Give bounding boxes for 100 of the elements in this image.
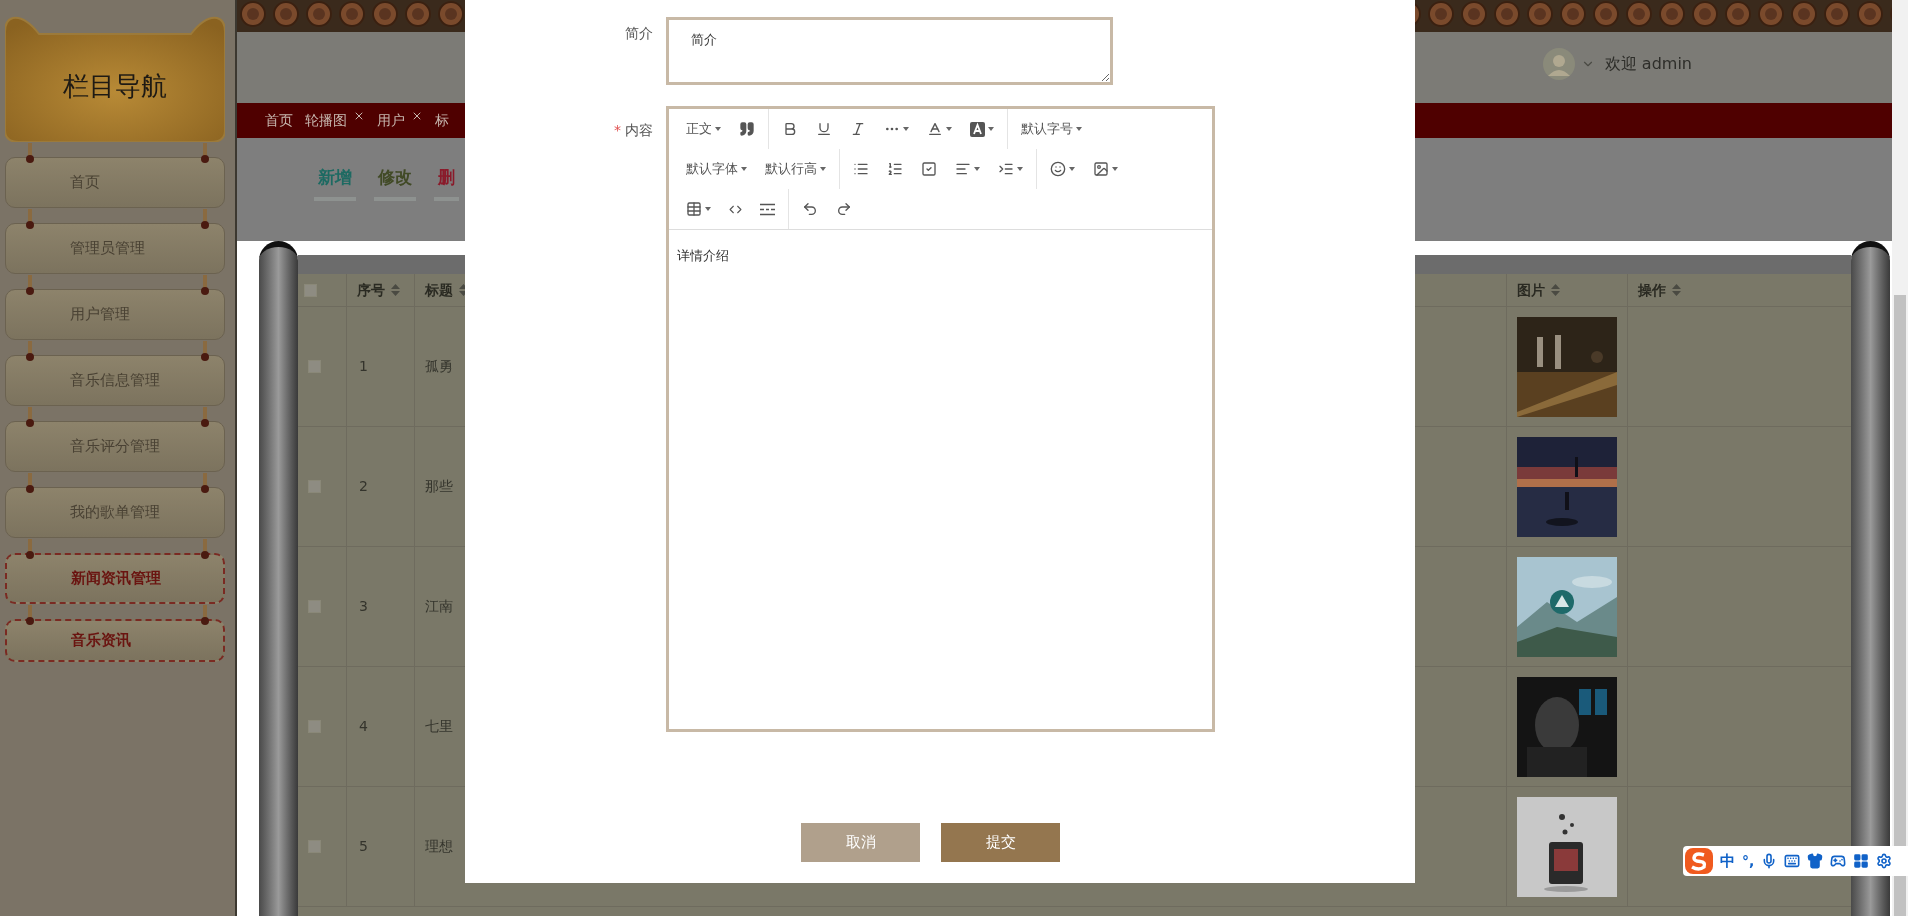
- ime-logo-icon[interactable]: [1685, 848, 1713, 874]
- caret-icon: [988, 127, 994, 131]
- rope-drawing: [25, 605, 35, 627]
- rope-drawing: [200, 605, 210, 627]
- tab[interactable]: 轮播图: [305, 110, 347, 131]
- emoji-icon: [1050, 161, 1066, 177]
- caret-icon: [1017, 167, 1023, 171]
- tab[interactable]: 首页: [265, 110, 293, 131]
- caret-icon: [903, 127, 909, 131]
- rope-drawing: [200, 473, 210, 495]
- nav-item[interactable]: 新闻资讯管理: [5, 553, 225, 604]
- rope-drawing: [200, 275, 210, 297]
- caret-icon: [715, 127, 721, 131]
- table-cell-text: 4: [359, 717, 368, 736]
- settings-icon[interactable]: [1876, 853, 1893, 869]
- font-family-dropdown[interactable]: 默认字体: [677, 149, 756, 189]
- checkbox[interactable]: [308, 480, 321, 493]
- rope-drawing: [25, 275, 35, 297]
- background-color-icon: [970, 121, 985, 137]
- table-cell-text: 七里: [425, 717, 453, 736]
- rope-drawing: [25, 341, 35, 363]
- caret-icon: [741, 167, 747, 171]
- caret-icon: [820, 167, 826, 171]
- table-cell-text: 理想: [425, 837, 453, 856]
- table-cell-text: 2: [359, 477, 368, 496]
- nav-item[interactable]: 音乐资讯: [5, 619, 225, 662]
- scrollbar-thumb[interactable]: [1894, 295, 1906, 916]
- nav-item[interactable]: 首页: [5, 157, 225, 208]
- table-cell-text: 3: [359, 597, 368, 616]
- input-mode[interactable]: 中: [1720, 849, 1735, 873]
- field-label: 内容: [625, 121, 653, 140]
- bold-icon: [782, 121, 798, 137]
- checkbox[interactable]: [308, 840, 321, 853]
- rope-drawing: [200, 143, 210, 165]
- rope-drawing: [200, 341, 210, 363]
- underline-icon: [816, 121, 832, 137]
- rope-drawing: [25, 209, 35, 231]
- checklist-icon: [921, 161, 937, 177]
- numbered-list-icon: [887, 161, 903, 177]
- tab[interactable]: 用户: [377, 110, 405, 131]
- nav-item[interactable]: 音乐信息管理: [5, 355, 225, 406]
- grid-icon[interactable]: [1853, 853, 1870, 869]
- nav-title: 栏目导航: [63, 69, 167, 103]
- rope-drawing: [200, 539, 210, 561]
- divider-icon: [760, 202, 775, 216]
- action-button[interactable]: 修改: [374, 165, 416, 201]
- table-cell-text: 江南: [425, 597, 453, 616]
- column-header: 标题: [425, 280, 453, 300]
- caret-icon: [1076, 127, 1082, 131]
- table-cell-text: 孤勇: [425, 357, 453, 376]
- font-size-dropdown[interactable]: 默认字号: [1012, 109, 1091, 149]
- submit-button[interactable]: 提交: [941, 823, 1060, 862]
- quote-icon: [739, 121, 755, 137]
- column-header: 图片: [1517, 280, 1545, 300]
- align-icon: [955, 161, 971, 177]
- image-icon: [1093, 161, 1109, 177]
- caret-icon: [1112, 167, 1118, 171]
- table-cell-text: 5: [359, 837, 368, 856]
- tab[interactable]: 标: [435, 110, 449, 131]
- rope-drawing: [25, 407, 35, 429]
- rope-drawing: [25, 539, 35, 561]
- caret-icon: [974, 167, 980, 171]
- redo-icon: [836, 201, 852, 217]
- nav-item[interactable]: 我的歌单管理: [5, 487, 225, 538]
- heading-dropdown[interactable]: 正文: [677, 109, 730, 149]
- rope-drawing: [25, 473, 35, 495]
- checkbox[interactable]: [308, 720, 321, 733]
- action-button[interactable]: 删: [434, 165, 459, 201]
- caret-icon: [946, 127, 952, 131]
- checkbox[interactable]: [308, 360, 321, 373]
- keyboard-icon[interactable]: [1784, 853, 1801, 869]
- welcome-text: 欢迎 admin: [1604, 53, 1692, 75]
- nav-item[interactable]: 用户管理: [5, 289, 225, 340]
- summary-field[interactable]: 简介: [666, 17, 1113, 85]
- field-label: 简介: [625, 24, 653, 43]
- bullet-list-icon: [853, 161, 869, 177]
- line-height-dropdown[interactable]: 默认行高: [756, 149, 835, 189]
- rope-drawing: [200, 407, 210, 429]
- caret-icon: [1069, 167, 1075, 171]
- nav-item[interactable]: 音乐评分管理: [5, 421, 225, 472]
- checkbox[interactable]: [304, 283, 317, 297]
- undo-icon: [802, 201, 818, 217]
- shirt-icon[interactable]: [1807, 853, 1824, 869]
- checkbox[interactable]: [308, 600, 321, 613]
- caret-icon: [705, 207, 711, 211]
- gamepad-icon[interactable]: [1830, 853, 1847, 869]
- nav-item[interactable]: 管理员管理: [5, 223, 225, 274]
- table-icon: [686, 201, 702, 217]
- font-color-icon: [927, 121, 943, 137]
- rope-drawing: [200, 209, 210, 231]
- editor-content[interactable]: 详情介绍: [669, 230, 1212, 729]
- table-cell-text: 1: [359, 357, 368, 376]
- required-mark: *: [614, 121, 621, 140]
- indent-icon: [998, 161, 1014, 177]
- rope-drawing: [25, 143, 35, 165]
- column-header: 序号: [357, 280, 385, 300]
- punctuation-mode[interactable]: °,: [1742, 850, 1755, 872]
- cancel-button[interactable]: 取消: [801, 823, 920, 862]
- italic-icon: [850, 121, 866, 137]
- column-header: 操作: [1638, 280, 1666, 300]
